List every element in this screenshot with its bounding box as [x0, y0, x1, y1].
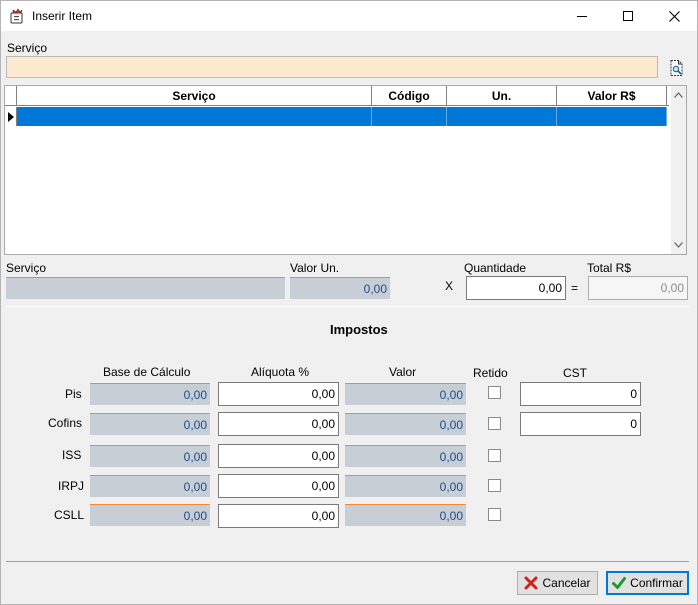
column-header-servico[interactable]: Serviço — [17, 86, 372, 106]
servico-field — [6, 277, 285, 299]
irpj-aliquota-input[interactable] — [218, 474, 339, 498]
search-input[interactable] — [6, 56, 658, 78]
search-button[interactable] — [668, 59, 686, 77]
close-button[interactable] — [651, 1, 697, 31]
row-indicator — [5, 107, 17, 126]
impostos-title: Impostos — [330, 322, 388, 337]
cancel-button[interactable]: Cancelar — [517, 571, 598, 595]
valor-header: Valor — [389, 365, 417, 379]
iss-aliquota-input[interactable] — [218, 444, 339, 468]
vertical-scrollbar[interactable] — [671, 86, 686, 254]
csll-valor-field: 0,00 — [345, 504, 466, 526]
pis-aliquota-input[interactable] — [218, 382, 339, 406]
column-header-un[interactable]: Un. — [447, 86, 557, 106]
confirm-button-label: Confirmar — [630, 576, 683, 590]
valor-un-label: Valor Un. — [290, 261, 340, 275]
irpj-retido-checkbox[interactable] — [488, 479, 501, 492]
servico-label: Serviço — [6, 261, 47, 275]
pis-cst-input[interactable] — [520, 382, 641, 406]
services-grid[interactable]: Serviço Código Un. Valor R$ — [4, 85, 687, 255]
window-title: Inserir Item — [32, 9, 93, 23]
iss-label: ISS — [62, 448, 82, 462]
csll-aliquota-input[interactable] — [218, 504, 339, 528]
cofins-aliquota-input[interactable] — [218, 412, 339, 436]
cell-un[interactable] — [447, 107, 557, 126]
cofins-cst-input[interactable] — [520, 412, 641, 436]
cst-header: CST — [563, 366, 587, 380]
valor-un-field: 0,00 — [290, 277, 390, 299]
cell-servico[interactable] — [17, 107, 372, 126]
minimize-icon — [577, 16, 587, 17]
csll-base-field: 0,00 — [90, 504, 210, 526]
app-icon — [10, 8, 23, 24]
search-label: Serviço — [7, 41, 48, 55]
base-header: Base de Cálculo — [103, 365, 191, 379]
close-icon — [668, 10, 680, 22]
total-field — [588, 276, 688, 300]
column-header-codigo[interactable]: Código — [372, 86, 447, 106]
irpj-valor-field: 0,00 — [345, 475, 466, 497]
cofins-label: Cofins — [48, 416, 83, 430]
chevron-up-icon — [674, 92, 683, 98]
pis-base-field: 0,00 — [90, 383, 210, 405]
iss-valor-field: 0,00 — [345, 445, 466, 467]
aliquota-header: Alíquota % — [251, 365, 310, 379]
cofins-base-field: 0,00 — [90, 413, 210, 435]
minimize-button[interactable] — [559, 1, 605, 31]
grid-header: Serviço Código Un. Valor R$ — [5, 86, 669, 106]
column-header-valor[interactable]: Valor R$ — [557, 86, 667, 106]
maximize-icon — [623, 11, 633, 21]
irpj-base-field: 0,00 — [90, 475, 210, 497]
csll-retido-checkbox[interactable] — [488, 508, 501, 521]
pis-valor-field: 0,00 — [345, 383, 466, 405]
inserir-item-window: Inserir Item Serviço Serviço Código Un. … — [0, 0, 698, 605]
search-document-icon — [670, 60, 683, 76]
cofins-valor-field: 0,00 — [345, 413, 466, 435]
equals-label: = — [571, 281, 579, 295]
iss-retido-checkbox[interactable] — [488, 449, 501, 462]
retido-header: Retido — [473, 366, 508, 380]
pis-retido-checkbox[interactable] — [488, 386, 501, 399]
cofins-retido-checkbox[interactable] — [488, 417, 501, 430]
scroll-down-button[interactable] — [671, 237, 686, 253]
total-label: Total R$ — [587, 261, 632, 275]
chevron-down-icon — [674, 242, 683, 248]
maximize-button[interactable] — [605, 1, 651, 31]
pis-label: Pis — [65, 387, 82, 401]
irpj-label: IRPJ — [58, 479, 85, 493]
cancel-button-label: Cancelar — [542, 576, 591, 590]
cell-valor[interactable] — [557, 107, 667, 126]
current-row-arrow-icon — [7, 111, 14, 122]
quantidade-input[interactable] — [466, 276, 566, 300]
cell-codigo[interactable] — [372, 107, 447, 126]
iss-base-field: 0,00 — [90, 445, 210, 467]
scroll-up-button[interactable] — [671, 87, 686, 103]
title-bar: Inserir Item — [1, 1, 697, 31]
green-check-icon — [612, 577, 627, 589]
red-x-icon — [524, 576, 538, 590]
multiply-label: X — [445, 279, 454, 293]
table-row[interactable] — [5, 107, 669, 127]
grid-header-indicator — [5, 86, 17, 106]
quantidade-label: Quantidade — [464, 261, 527, 275]
csll-label: CSLL — [54, 508, 85, 522]
confirm-button[interactable]: Confirmar — [606, 571, 689, 595]
